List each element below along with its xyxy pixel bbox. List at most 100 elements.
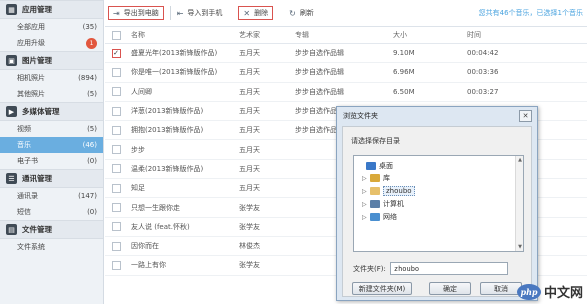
watermark-text: 中文网 <box>543 286 583 301</box>
network-icon <box>370 213 380 221</box>
sidebar-item-label: 其他照片 <box>17 90 45 98</box>
column-header-name[interactable]: 名称 <box>127 30 239 40</box>
sidebar-item-sms[interactable]: 短信 (0) <box>0 204 103 220</box>
tree-item[interactable]: 桌面 <box>358 160 393 172</box>
tree-scrollbar[interactable]: ▲ ▼ <box>515 156 523 251</box>
song-name: 因你而在 <box>131 242 159 251</box>
sidebar-item-video[interactable]: 视频 (5) <box>0 121 103 137</box>
row-checkbox[interactable] <box>111 203 121 213</box>
export-icon: ⇥ <box>113 8 120 18</box>
section-head-contacts[interactable]: ☰ 通讯管理 <box>0 169 103 188</box>
file-icon: ▤ <box>6 224 17 235</box>
section-media: ▶ 多媒体管理 视频 (5) 音乐 (46) 电子书 (0) <box>0 102 103 169</box>
sidebar-item-label: 短信 <box>17 208 31 216</box>
scroll-down-icon[interactable]: ▼ <box>516 243 524 251</box>
row-checkbox-cell <box>105 260 127 270</box>
row-checkbox[interactable] <box>111 241 121 251</box>
ok-button[interactable]: 确定 <box>429 282 471 295</box>
row-checkbox[interactable] <box>111 183 121 193</box>
table-row[interactable]: 你是唯一(2013新锋版作品) 五月天 步步自选作品辑 6.96M 00:03:36 <box>105 63 587 83</box>
close-icon[interactable]: ✕ <box>519 110 532 122</box>
sidebar-item-app-upgrade[interactable]: 应用升级 1 <box>0 35 103 51</box>
song-artist: 五月天 <box>239 164 260 173</box>
refresh-label: 刷新 <box>299 9 314 17</box>
tree-item[interactable]: ▷ 计算机 <box>362 198 404 210</box>
delete-button[interactable]: ✕ 删除 <box>238 6 274 20</box>
song-name: 一路上有你 <box>131 261 166 270</box>
sidebar-item-other-photos[interactable]: 其他照片 (5) <box>0 86 103 102</box>
refresh-icon: ↻ <box>289 8 296 18</box>
tree-item-label: 桌面 <box>379 162 393 170</box>
expand-arrow-icon[interactable]: ▷ <box>362 201 370 208</box>
row-checkbox[interactable] <box>111 222 121 232</box>
section-head-images[interactable]: ▣ 图片管理 <box>0 51 103 70</box>
row-checkbox[interactable]: ✓ <box>111 48 121 58</box>
sidebar-item-music[interactable]: 音乐 (46) <box>0 137 103 153</box>
row-checkbox[interactable] <box>111 260 121 270</box>
column-header-artist[interactable]: 艺术家 <box>239 30 295 40</box>
tree-item-label: 网络 <box>383 213 397 221</box>
section-head-files[interactable]: ▤ 文件管理 <box>0 220 103 239</box>
row-checkbox-cell <box>105 164 127 174</box>
media-icon: ▶ <box>6 106 17 117</box>
row-checkbox[interactable] <box>111 125 121 135</box>
import-to-phone-button[interactable]: ⇤ 导入到手机 <box>173 6 227 20</box>
select-all-checkbox[interactable] <box>111 30 121 40</box>
row-checkbox-cell: ✓ <box>105 48 127 58</box>
table-row[interactable]: 人间卿 五月天 步步自选作品辑 6.50M 00:03:27 <box>105 83 587 102</box>
table-row[interactable]: ✓ 盛夏光年(2013新锋版作品) 五月天 步步自选作品辑 9.10M 00:04:42 <box>105 44 587 64</box>
column-header-album[interactable]: 专辑 <box>295 30 393 40</box>
song-size: 6.96M <box>393 68 415 77</box>
sidebar-item-label: 相机照片 <box>17 74 45 82</box>
sidebar-item-label: 全部应用 <box>17 23 45 31</box>
sidebar-item-address-book[interactable]: 通讯录 (147) <box>0 188 103 204</box>
tree-item[interactable]: ▷ 库 <box>362 172 390 184</box>
section-head-media[interactable]: ▶ 多媒体管理 <box>0 102 103 121</box>
expand-arrow-icon[interactable]: ▷ <box>362 214 370 221</box>
image-icon: ▣ <box>6 55 17 66</box>
scroll-up-icon[interactable]: ▲ <box>516 156 524 164</box>
delete-label: 删除 <box>254 9 269 17</box>
expand-arrow-icon[interactable]: ▷ <box>362 188 370 195</box>
select-all-cell <box>105 30 127 40</box>
import-label: 导入到手机 <box>187 9 223 17</box>
section-head-apps[interactable]: ▦ 应用管理 <box>0 0 103 19</box>
row-checkbox-cell <box>105 87 127 97</box>
row-checkbox[interactable] <box>111 67 121 77</box>
section-title: 通讯管理 <box>22 174 52 183</box>
song-artist: 五月天 <box>239 184 260 193</box>
library-icon <box>370 174 380 182</box>
php-logo-icon: php <box>516 283 541 300</box>
tree-item-label: zhoubo <box>383 186 415 196</box>
row-checkbox[interactable] <box>111 87 121 97</box>
column-header-time[interactable]: 时间 <box>467 30 527 40</box>
tree-item[interactable]: ▷ zhoubo <box>362 185 415 197</box>
row-checkbox-cell <box>105 241 127 251</box>
row-checkbox[interactable] <box>111 145 121 155</box>
sidebar-item-all-apps[interactable]: 全部应用 (35) <box>0 19 103 35</box>
song-album: 步步自选作品辑 <box>295 68 344 77</box>
expand-arrow-icon[interactable]: ▷ <box>362 175 370 182</box>
row-checkbox[interactable] <box>111 164 121 174</box>
refresh-button[interactable]: ↻ 刷新 <box>285 6 318 20</box>
update-count-badge: 1 <box>86 37 97 49</box>
new-folder-button[interactable]: 新建文件夹(M) <box>352 282 412 295</box>
row-checkbox[interactable] <box>111 106 121 116</box>
column-header-size[interactable]: 大小 <box>393 30 467 40</box>
sidebar: ▦ 应用管理 全部应用 (35) 应用升级 1 ▣ 图片管理 相机照片 (894… <box>0 0 104 304</box>
export-to-pc-button[interactable]: ⇥ 导出到电脑 <box>108 6 164 20</box>
row-checkbox-cell <box>105 67 127 77</box>
dialog-body: 请选择保存目录 桌面 ▷ 库 ▷ zhoubo ▷ 计算机 ▷ 网络 ▲ ▼ 文件夹(F): z… <box>342 126 532 297</box>
song-name: 洋葱(2013新锋版作品) <box>131 107 204 116</box>
sidebar-item-camera-photos[interactable]: 相机照片 (894) <box>0 70 103 86</box>
sidebar-item-count: (5) <box>87 90 97 98</box>
computer-icon <box>370 200 380 208</box>
folder-input[interactable]: zhoubo <box>389 262 508 275</box>
song-album: 步步自选作品辑 <box>295 49 344 58</box>
sidebar-item-ebooks[interactable]: 电子书 (0) <box>0 153 103 169</box>
watermark: php 中文网 <box>516 282 583 301</box>
tree-item[interactable]: ▷ 网络 <box>362 211 397 223</box>
cancel-button[interactable]: 取消 <box>480 282 522 295</box>
sidebar-item-file-system[interactable]: 文件系统 <box>0 239 103 255</box>
song-size: 6.50M <box>393 87 415 96</box>
